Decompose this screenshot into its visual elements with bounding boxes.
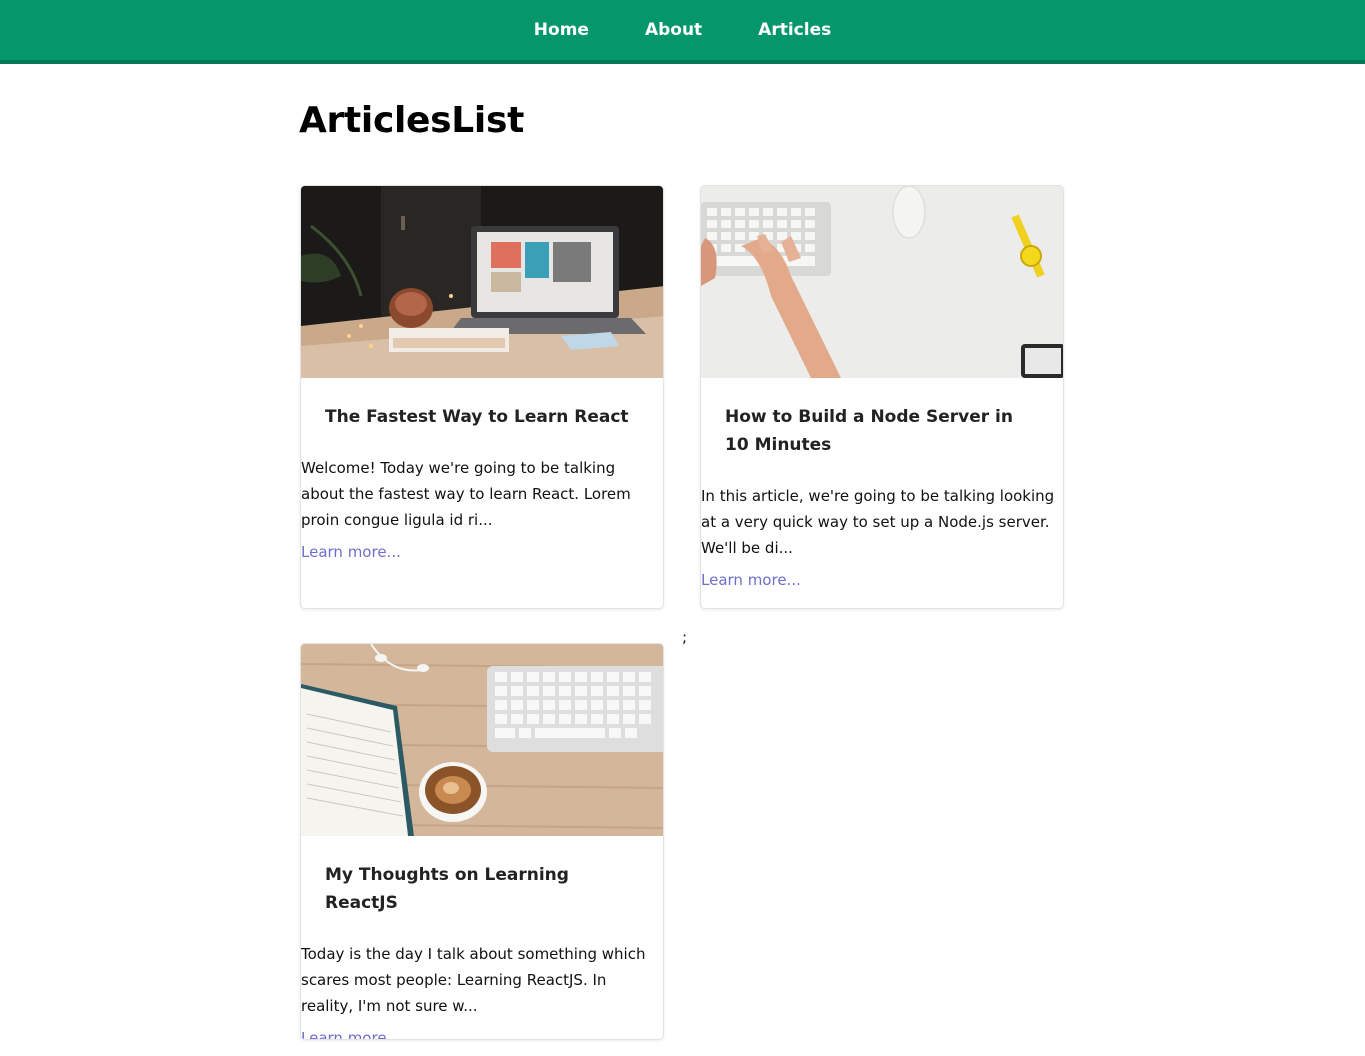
nav-link-home[interactable]: Home: [506, 20, 617, 40]
article-image: [301, 186, 663, 378]
page-title: ArticlesList: [299, 100, 525, 141]
article-title: My Thoughts on Learning ReactJS: [325, 865, 569, 913]
top-navbar: Home About Articles: [0, 0, 1365, 64]
article-excerpt: In this article, we're going to be talki…: [701, 487, 1055, 557]
nav-link-about[interactable]: About: [617, 20, 730, 40]
learn-more-link[interactable]: Learn more...: [301, 533, 663, 577]
article-card: My Thoughts on Learning ReactJS Today is…: [300, 643, 664, 1040]
article-image: [701, 186, 1063, 378]
article-title: How to Build a Node Server in 10 Minutes: [725, 407, 1013, 455]
stray-semicolon: ;: [682, 628, 688, 646]
article-excerpt: Welcome! Today we're going to be talking…: [301, 459, 631, 529]
article-title: The Fastest Way to Learn React: [325, 407, 629, 427]
nav-link-articles[interactable]: Articles: [730, 20, 859, 40]
article-image: [301, 644, 663, 836]
article-excerpt: Today is the day I talk about something …: [301, 945, 646, 1015]
learn-more-link[interactable]: Learn more...: [701, 561, 1063, 605]
article-card: How to Build a Node Server in 10 Minutes…: [700, 185, 1064, 609]
article-card: The Fastest Way to Learn React Welcome! …: [300, 185, 664, 609]
learn-more-link[interactable]: Learn more...: [301, 1019, 663, 1039]
